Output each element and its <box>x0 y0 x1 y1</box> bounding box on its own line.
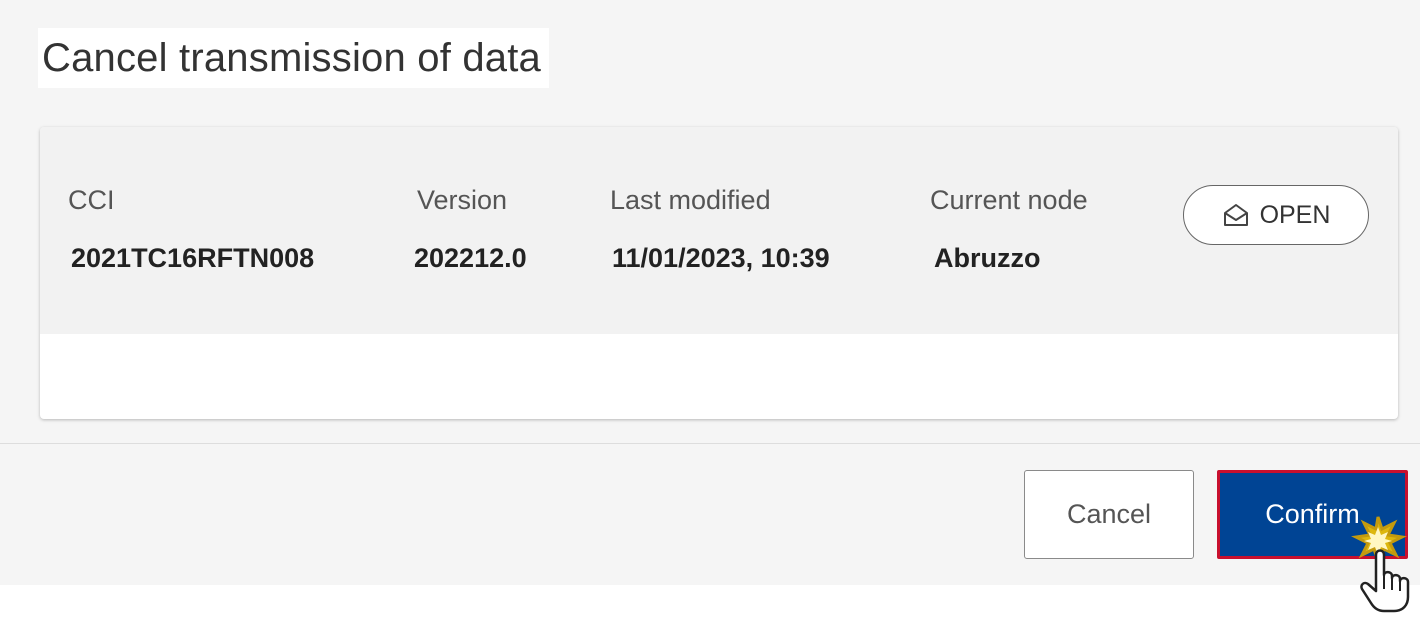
last-modified-field: Last modified 11/01/2023, 10:39 <box>610 185 830 272</box>
cci-field: CCI 2021TC16RFTN008 <box>68 185 314 272</box>
footer-divider <box>0 443 1420 444</box>
status-badge: OPEN <box>1183 185 1369 245</box>
current-node-label: Current node <box>930 185 1088 215</box>
hand-pointer-click-icon <box>1348 515 1420 613</box>
status-label: OPEN <box>1259 200 1331 229</box>
cci-value: 2021TC16RFTN008 <box>71 243 315 273</box>
dialog-title: Cancel transmission of data <box>42 35 541 80</box>
last-modified-label: Last modified <box>610 185 771 215</box>
envelope-open-icon <box>1222 201 1250 229</box>
cci-label: CCI <box>68 185 115 215</box>
version-value: 202212.0 <box>414 243 527 273</box>
version-field: Version 202212.0 <box>414 185 527 272</box>
last-modified-value: 11/01/2023, 10:39 <box>612 243 830 273</box>
current-node-field: Current node Abruzzo <box>930 185 1088 272</box>
version-label: Version <box>417 185 508 215</box>
record-summary-card: CCI 2021TC16RFTN008 Version 202212.0 Las… <box>40 127 1398 419</box>
cancel-transmission-dialog: Cancel transmission of data CCI 2021TC16… <box>0 0 1420 585</box>
current-node-value: Abruzzo <box>934 243 1041 273</box>
cancel-button[interactable]: Cancel <box>1024 470 1194 559</box>
dialog-title-bar: Cancel transmission of data <box>38 28 549 88</box>
record-summary-header: CCI 2021TC16RFTN008 Version 202212.0 Las… <box>40 127 1398 334</box>
